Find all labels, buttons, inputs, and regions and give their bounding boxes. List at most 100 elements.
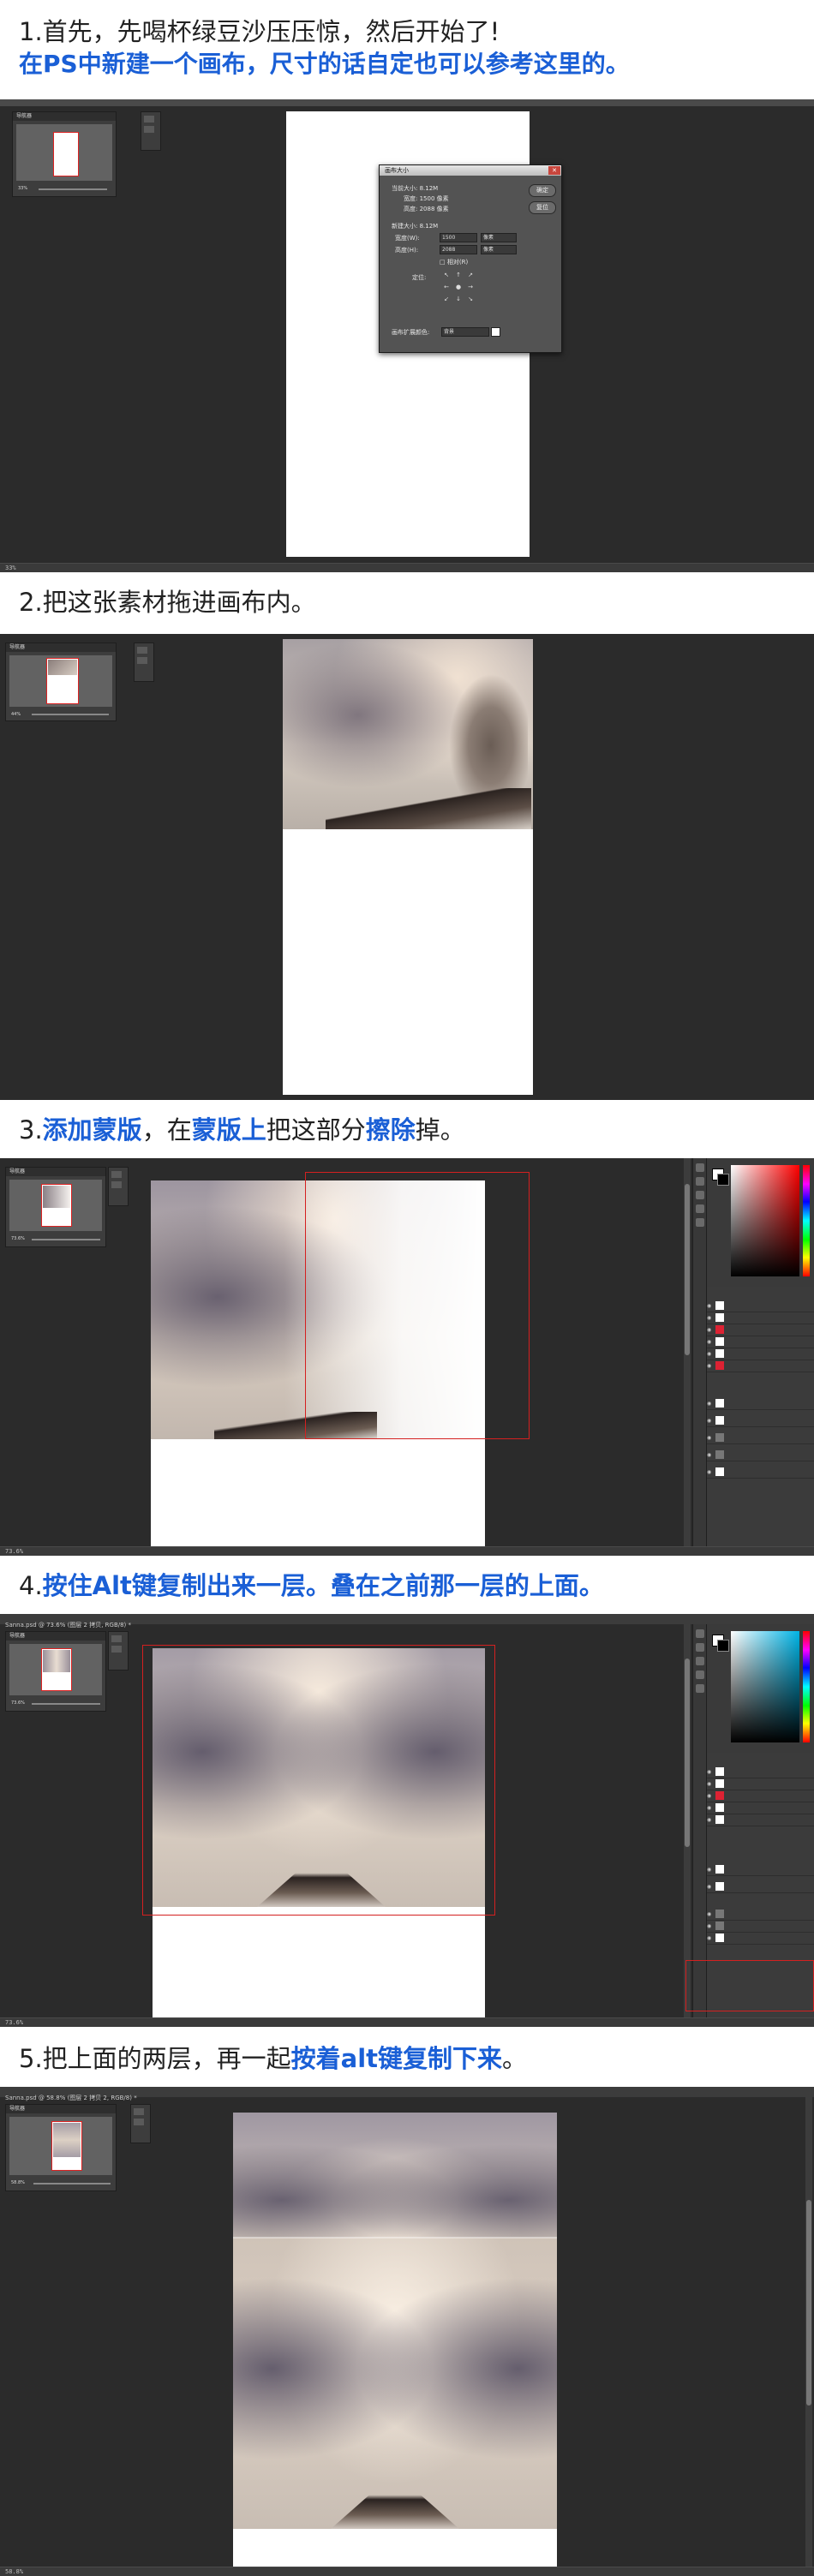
layer-row[interactable]: ◉ [707, 1881, 814, 1893]
layer-row[interactable]: ◉ [707, 1814, 814, 1826]
layer-row[interactable]: ◉ [707, 1432, 814, 1444]
canvas-vscroll-thumb[interactable] [685, 1659, 690, 1847]
ext-color-select[interactable]: 背景 [441, 327, 489, 337]
eye-icon[interactable]: ◉ [707, 1435, 714, 1441]
document-tab[interactable]: Sanna.psd @ 73.6% (图层 2 拷贝, RGB/8) * [0, 1622, 131, 1629]
anchor-grid[interactable]: ↖ ↑ ↗ ← ● → ↙ ↓ ↘ [441, 270, 476, 304]
mini-tool-icon[interactable] [137, 657, 147, 664]
reset-button[interactable]: 复位 [529, 201, 556, 214]
panel-icon[interactable] [696, 1204, 704, 1213]
eye-icon[interactable]: ◉ [707, 1911, 714, 1917]
navigator-zoom-slider[interactable] [32, 1239, 100, 1240]
eye-icon[interactable]: ◉ [707, 1452, 714, 1458]
navigator-zoom-slider[interactable] [32, 714, 109, 715]
layer-row[interactable]: ◉ [707, 1398, 814, 1410]
layer-row[interactable]: ◉ [707, 1300, 814, 1312]
height-field[interactable]: 2088 [440, 245, 477, 254]
layer-row[interactable]: ◉ [707, 1467, 814, 1479]
eye-icon[interactable]: ◉ [707, 1923, 714, 1929]
bg-color-swatch[interactable] [717, 1174, 729, 1186]
layer-row[interactable]: ◉ [707, 1336, 814, 1348]
anchor-arrow-icon[interactable]: ↓ [455, 296, 462, 302]
layer-row[interactable]: ◉ [707, 1348, 814, 1360]
ext-color-swatch[interactable] [491, 327, 500, 337]
panel-icon[interactable] [696, 1218, 704, 1227]
canvas-vscroll[interactable] [805, 2097, 812, 2567]
navigator-zoom-slider[interactable] [32, 1703, 100, 1705]
layer-row[interactable]: ◉ [707, 1449, 814, 1461]
mini-tool-icon[interactable] [111, 1171, 122, 1178]
mini-tool-icon[interactable] [134, 2119, 144, 2125]
layer-row[interactable]: ◉ [707, 1766, 814, 1778]
eye-icon[interactable]: ◉ [707, 1935, 714, 1941]
document-tab[interactable]: Sanna.psd @ 58.8% (图层 2 拷贝 2, RGB/8) * [0, 2095, 137, 2101]
eye-icon[interactable]: ◉ [707, 1469, 714, 1475]
mini-tool-icon[interactable] [134, 2108, 144, 2115]
eye-icon[interactable]: ◉ [707, 1817, 714, 1823]
panel-icon[interactable] [696, 1177, 704, 1186]
mini-tool-icon[interactable] [111, 1635, 122, 1642]
layer-row[interactable]: ◉ [707, 1933, 814, 1945]
mini-tool-icon[interactable] [137, 647, 147, 654]
height-unit-select[interactable]: 像素 [481, 245, 517, 254]
bg-color-swatch[interactable] [717, 1640, 729, 1652]
anchor-arrow-icon[interactable]: ↙ [443, 296, 450, 302]
layer-row[interactable]: ◉ [707, 1921, 814, 1933]
panel-icon[interactable] [696, 1163, 704, 1172]
ok-button[interactable]: 确定 [529, 184, 556, 197]
panel-icon[interactable] [696, 1671, 704, 1679]
panel-icon[interactable] [696, 1657, 704, 1665]
panel-icon[interactable] [696, 1643, 704, 1652]
eye-icon[interactable]: ◉ [707, 1884, 714, 1890]
eye-icon[interactable]: ◉ [707, 1793, 714, 1799]
eye-icon[interactable]: ◉ [707, 1781, 714, 1787]
eye-icon[interactable]: ◉ [707, 1401, 714, 1407]
anchor-arrow-icon[interactable]: ↖ [443, 272, 450, 278]
layer-row[interactable]: ◉ [707, 1415, 814, 1427]
eye-icon[interactable]: ◉ [707, 1327, 714, 1333]
mini-tool-icon[interactable] [144, 116, 154, 123]
layer-row[interactable]: ◉ [707, 1909, 814, 1921]
eye-icon[interactable]: ◉ [707, 1351, 714, 1357]
layer-row[interactable]: ◉ [707, 1312, 814, 1324]
panel-icon[interactable] [696, 1629, 704, 1638]
color-picker-field[interactable] [731, 1165, 799, 1276]
eye-icon[interactable]: ◉ [707, 1303, 714, 1309]
layer-row[interactable]: ◉ [707, 1790, 814, 1802]
eye-icon[interactable]: ◉ [707, 1363, 714, 1369]
width-field[interactable]: 1500 [440, 233, 477, 242]
eye-icon[interactable]: ◉ [707, 1769, 714, 1775]
panel-icon[interactable] [696, 1684, 704, 1693]
anchor-arrow-icon[interactable]: ↗ [467, 272, 474, 278]
close-icon[interactable]: ✕ [548, 166, 560, 175]
width-unit-select[interactable]: 像素 [481, 233, 517, 242]
layer-row[interactable]: ◉ [707, 1360, 814, 1372]
anchor-arrow-icon[interactable]: → [467, 284, 474, 290]
anchor-center-icon[interactable]: ● [455, 284, 462, 290]
eye-icon[interactable]: ◉ [707, 1805, 714, 1811]
eye-icon[interactable]: ◉ [707, 1867, 714, 1873]
navigator-zoom-slider[interactable] [33, 2183, 111, 2185]
hue-slider[interactable] [803, 1631, 810, 1742]
mini-tool-icon[interactable] [111, 1646, 122, 1653]
anchor-arrow-icon[interactable]: ← [443, 284, 450, 290]
eye-icon[interactable]: ◉ [707, 1315, 714, 1321]
anchor-arrow-icon[interactable]: ↘ [467, 296, 474, 302]
canvas-vscroll[interactable] [684, 1624, 691, 2018]
relative-checkbox[interactable]: □ 相对(R) [440, 258, 468, 266]
layer-row[interactable]: ◉ [707, 1864, 814, 1876]
canvas-vscroll[interactable] [684, 1158, 691, 1547]
mini-tool-icon[interactable] [111, 1181, 122, 1188]
layer-row[interactable]: ◉ [707, 1778, 814, 1790]
anchor-arrow-icon[interactable]: ↑ [455, 272, 462, 278]
layer-row[interactable]: ◉ [707, 1802, 814, 1814]
eye-icon[interactable]: ◉ [707, 1418, 714, 1424]
color-picker-field[interactable] [731, 1631, 799, 1742]
navigator-zoom-slider[interactable] [39, 188, 107, 190]
panel-icon[interactable] [696, 1191, 704, 1199]
hue-slider[interactable] [803, 1165, 810, 1276]
eye-icon[interactable]: ◉ [707, 1339, 714, 1345]
canvas-vscroll-thumb[interactable] [685, 1184, 690, 1355]
layer-row[interactable]: ◉ [707, 1324, 814, 1336]
mini-tool-icon[interactable] [144, 126, 154, 133]
